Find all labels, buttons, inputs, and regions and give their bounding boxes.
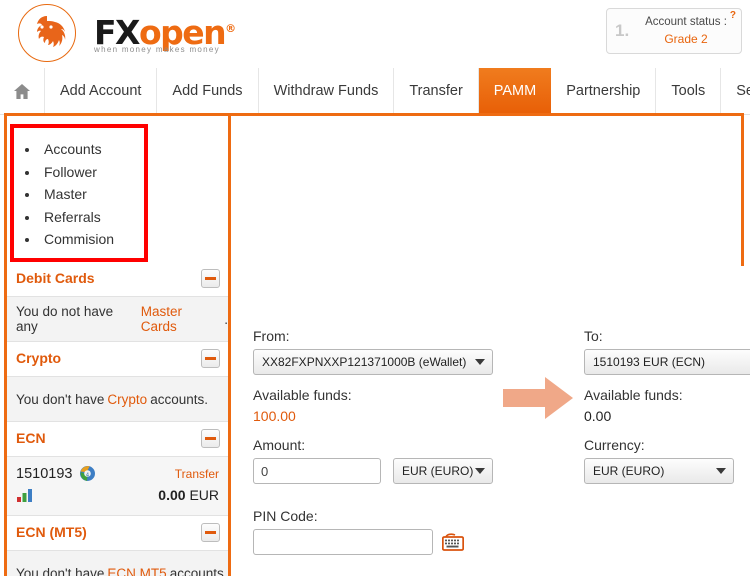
- sidebar-section-ecn-mt5[interactable]: ECN (MT5): [7, 516, 228, 551]
- amount-row: EUR (EURO): [253, 458, 493, 484]
- message-highlight: Master Cards: [140, 304, 183, 334]
- nav-item-pamm[interactable]: PAMM: [478, 68, 552, 114]
- ecn-balance-amount: 0.00: [158, 487, 186, 503]
- sidebar-section-crypto[interactable]: Crypto: [7, 342, 228, 377]
- pamm-dropdown-callout: Accounts Follower Master Referrals Commi…: [10, 124, 148, 262]
- amount-label: Amount:: [253, 437, 306, 453]
- minus-icon[interactable]: [201, 269, 220, 288]
- pin-label: PIN Code:: [253, 508, 318, 524]
- pin-code-block: PIN Code:: [253, 508, 464, 555]
- message-highlight: Crypto: [107, 391, 148, 407]
- ecn-account-row[interactable]: 1510193 4 Transfer 0.00 EUR: [7, 457, 228, 516]
- minus-icon[interactable]: [201, 523, 220, 542]
- pamm-menu-item-referrals[interactable]: Referrals: [40, 206, 144, 229]
- right-arrow-icon: [503, 377, 573, 419]
- brand-wordmark: FXopen® when money makes money: [94, 12, 236, 54]
- sidebar-section-title: ECN: [16, 430, 46, 446]
- to-account-select[interactable]: 1510193 EUR (ECN): [584, 349, 750, 375]
- account-status-badge[interactable]: 1. Account status : Grade 2 ?: [606, 8, 742, 54]
- transfer-from-column: From: XX82FXPNXXP121371000B (eWallet) Av…: [253, 328, 493, 484]
- nav-item-settings[interactable]: Settings: [721, 68, 750, 114]
- nav-item-add-account[interactable]: Add Account: [45, 68, 158, 114]
- pamm-menu-item-follower[interactable]: Follower: [40, 161, 144, 184]
- sidebar-section-ecn[interactable]: ECN: [7, 422, 228, 457]
- debit-cards-empty-message: You do not have any Master Cards .: [7, 297, 228, 342]
- to-available-value: 0.00: [584, 408, 612, 424]
- svg-text:4: 4: [86, 472, 89, 478]
- ecn-mt5-empty-message: You don't have ECN MT5 accounts.: [7, 551, 228, 576]
- sidebar-divider: [228, 113, 231, 576]
- nav-item-withdraw-funds[interactable]: Withdraw Funds: [258, 68, 395, 114]
- pamm-menu-item-commision[interactable]: Commision: [40, 228, 144, 251]
- message-highlight: ECN MT5: [107, 565, 167, 576]
- nav-item-transfer[interactable]: Transfer: [394, 68, 479, 114]
- home-icon: [14, 83, 30, 99]
- ecn-transfer-link[interactable]: Transfer: [175, 467, 219, 481]
- minus-icon[interactable]: [201, 429, 220, 448]
- ecn-balance-currency: EUR: [189, 487, 219, 503]
- mt4-globe-icon: 4: [80, 466, 95, 481]
- chevron-down-icon: [716, 468, 726, 474]
- to-currency-value: EUR (EURO): [593, 464, 665, 478]
- nav-item-partnership[interactable]: Partnership: [551, 68, 657, 114]
- ecn-balance: 0.00 EUR: [158, 487, 219, 503]
- bar-chart-icon[interactable]: [16, 488, 34, 503]
- to-available-label: Available funds:: [584, 387, 683, 403]
- transfer-form: From: XX82FXPNXXP121371000B (eWallet) Av…: [231, 266, 750, 576]
- to-account-value: 1510193 EUR (ECN): [593, 355, 706, 369]
- question-mark-icon[interactable]: ?: [730, 10, 736, 21]
- nav-item-tools[interactable]: Tools: [656, 68, 722, 114]
- to-currency-select[interactable]: EUR (EURO): [584, 458, 734, 484]
- brand-logo[interactable]: FXopen® when money makes money: [18, 4, 236, 62]
- main-navigation: Add Account Add Funds Withdraw Funds Tra…: [0, 68, 750, 115]
- amount-currency-select[interactable]: EUR (EURO): [393, 458, 493, 484]
- message-prefix: You don't have: [16, 565, 105, 576]
- amount-input[interactable]: [253, 458, 381, 484]
- to-label: To:: [584, 328, 603, 344]
- pamm-menu-item-master[interactable]: Master: [40, 183, 144, 206]
- minus-icon[interactable]: [201, 349, 220, 368]
- nav-item-home[interactable]: [0, 68, 45, 114]
- from-account-select[interactable]: XX82FXPNXXP121371000B (eWallet): [253, 349, 493, 375]
- sidebar-section-title: Crypto: [16, 350, 62, 366]
- chevron-down-icon: [475, 468, 485, 474]
- crypto-empty-message: You don't have Crypto accounts.: [7, 377, 228, 422]
- page-header: FXopen® when money makes money 1. Accoun…: [0, 0, 750, 69]
- nav-item-add-funds[interactable]: Add Funds: [157, 68, 259, 114]
- sidebar-section-title: ECN (MT5): [16, 524, 87, 540]
- pin-code-input[interactable]: [253, 529, 433, 555]
- accounts-sidebar: Debit Cards You do not have any Master C…: [7, 262, 228, 576]
- message-prefix: You don't have: [16, 391, 105, 407]
- from-available-label: Available funds:: [253, 387, 352, 403]
- from-account-value: XX82FXPNXXP121371000B (eWallet): [262, 355, 467, 369]
- message-suffix: accounts.: [169, 565, 228, 576]
- message-suffix: accounts.: [150, 391, 208, 407]
- sidebar-section-debit-cards[interactable]: Debit Cards: [7, 262, 228, 297]
- pamm-menu-item-accounts[interactable]: Accounts: [40, 138, 144, 161]
- sidebar-section-title: Debit Cards: [16, 270, 95, 286]
- currency-label: Currency:: [584, 437, 645, 453]
- brand-tagline: when money makes money: [94, 45, 220, 54]
- from-label: From:: [253, 328, 290, 344]
- account-status-step-number: 1.: [615, 21, 630, 40]
- tiger-mascot-logo-icon: [18, 4, 76, 62]
- from-available-value: 100.00: [253, 408, 296, 424]
- ecn-account-number: 1510193: [16, 466, 73, 482]
- chevron-down-icon: [475, 359, 485, 365]
- message-prefix: You do not have any: [16, 304, 114, 334]
- pamm-menu-list: Accounts Follower Master Referrals Commi…: [14, 128, 144, 251]
- transfer-to-column: To: 1510193 EUR (ECN) Available funds: 0…: [584, 328, 750, 484]
- amount-currency-value: EUR (EURO): [402, 464, 474, 478]
- virtual-keyboard-icon[interactable]: [442, 533, 464, 551]
- account-status-label: Account status :: [645, 16, 727, 28]
- brand-registered-mark: ®: [225, 22, 236, 35]
- account-status-grade: Grade 2: [664, 32, 708, 46]
